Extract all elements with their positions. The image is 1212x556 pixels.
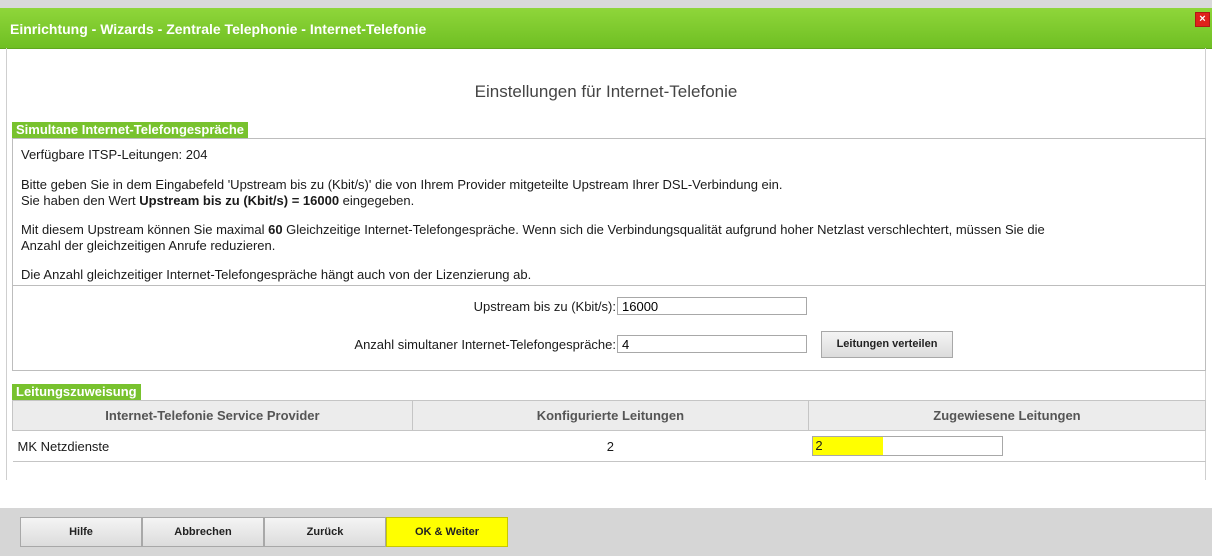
input-highlight [813,437,884,455]
assigned-lines-cell: 2 [808,430,1206,462]
instruction-line-1: Bitte geben Sie in dem Eingabefeld 'Upst… [21,177,783,192]
section-label-simultaneous: Simultane Internet-Telefongespräche [12,122,249,138]
back-button[interactable]: Zurück [264,517,386,547]
configured-lines: 2 [412,430,809,462]
column-header-configured: Konfigurierte Leitungen [411,400,809,431]
dialog-title: Einrichtung - Wizards - Zentrale Telepho… [10,21,427,37]
assignment-table: Internet-Telefonie Service Provider Konf… [12,400,1207,462]
quality-text-line-1: Mit diesem Upstream können Sie maximal 6… [21,222,1045,237]
simultaneous-count-label: Anzahl simultaner Internet-Telefongesprä… [354,337,616,352]
dialog-titlebar: Einrichtung - Wizards - Zentrale Telepho… [0,8,1212,49]
assigned-lines-value: 2 [815,438,823,453]
available-lines-text: Verfügbare ITSP-Leitungen: 204 [21,147,208,162]
footer-bar: Hilfe Abbrechen Zurück OK & Weiter [0,508,1212,556]
help-button[interactable]: Hilfe [20,517,142,547]
cancel-button[interactable]: Abbrechen [142,517,264,547]
column-header-provider: Internet-Telefonie Service Provider [12,400,413,431]
assigned-lines-input[interactable]: 2 [812,436,1004,456]
distribute-lines-button[interactable]: Leitungen verteilen [821,331,953,358]
license-note: Die Anzahl gleichzeitiger Internet-Telef… [21,267,532,282]
upstream-input[interactable] [617,297,807,315]
upstream-label: Upstream bis zu (Kbit/s): [473,299,616,314]
info-box: Verfügbare ITSP-Leitungen: 204 Bitte geb… [12,138,1206,286]
simultaneous-count-input[interactable] [617,335,807,353]
column-header-assigned: Zugewiesene Leitungen [807,400,1207,431]
provider-name: MK Netzdienste [12,430,413,462]
section-label-assignment: Leitungszuweisung [12,384,141,400]
instruction-line-2: Sie haben den Wert Upstream bis zu (Kbit… [21,193,415,208]
page-title: Einstellungen für Internet-Telefonie [474,82,738,101]
settings-form: Upstream bis zu (Kbit/s): Anzahl simulta… [12,285,1206,371]
top-strip [0,0,1212,8]
table-row: MK Netzdienste 2 2 [12,430,1206,462]
quality-text-line-2: Anzahl der gleichzeitigen Anrufe reduzie… [21,238,276,253]
ok-next-button[interactable]: OK & Weiter [386,517,508,547]
close-icon[interactable]: × [1195,12,1210,27]
